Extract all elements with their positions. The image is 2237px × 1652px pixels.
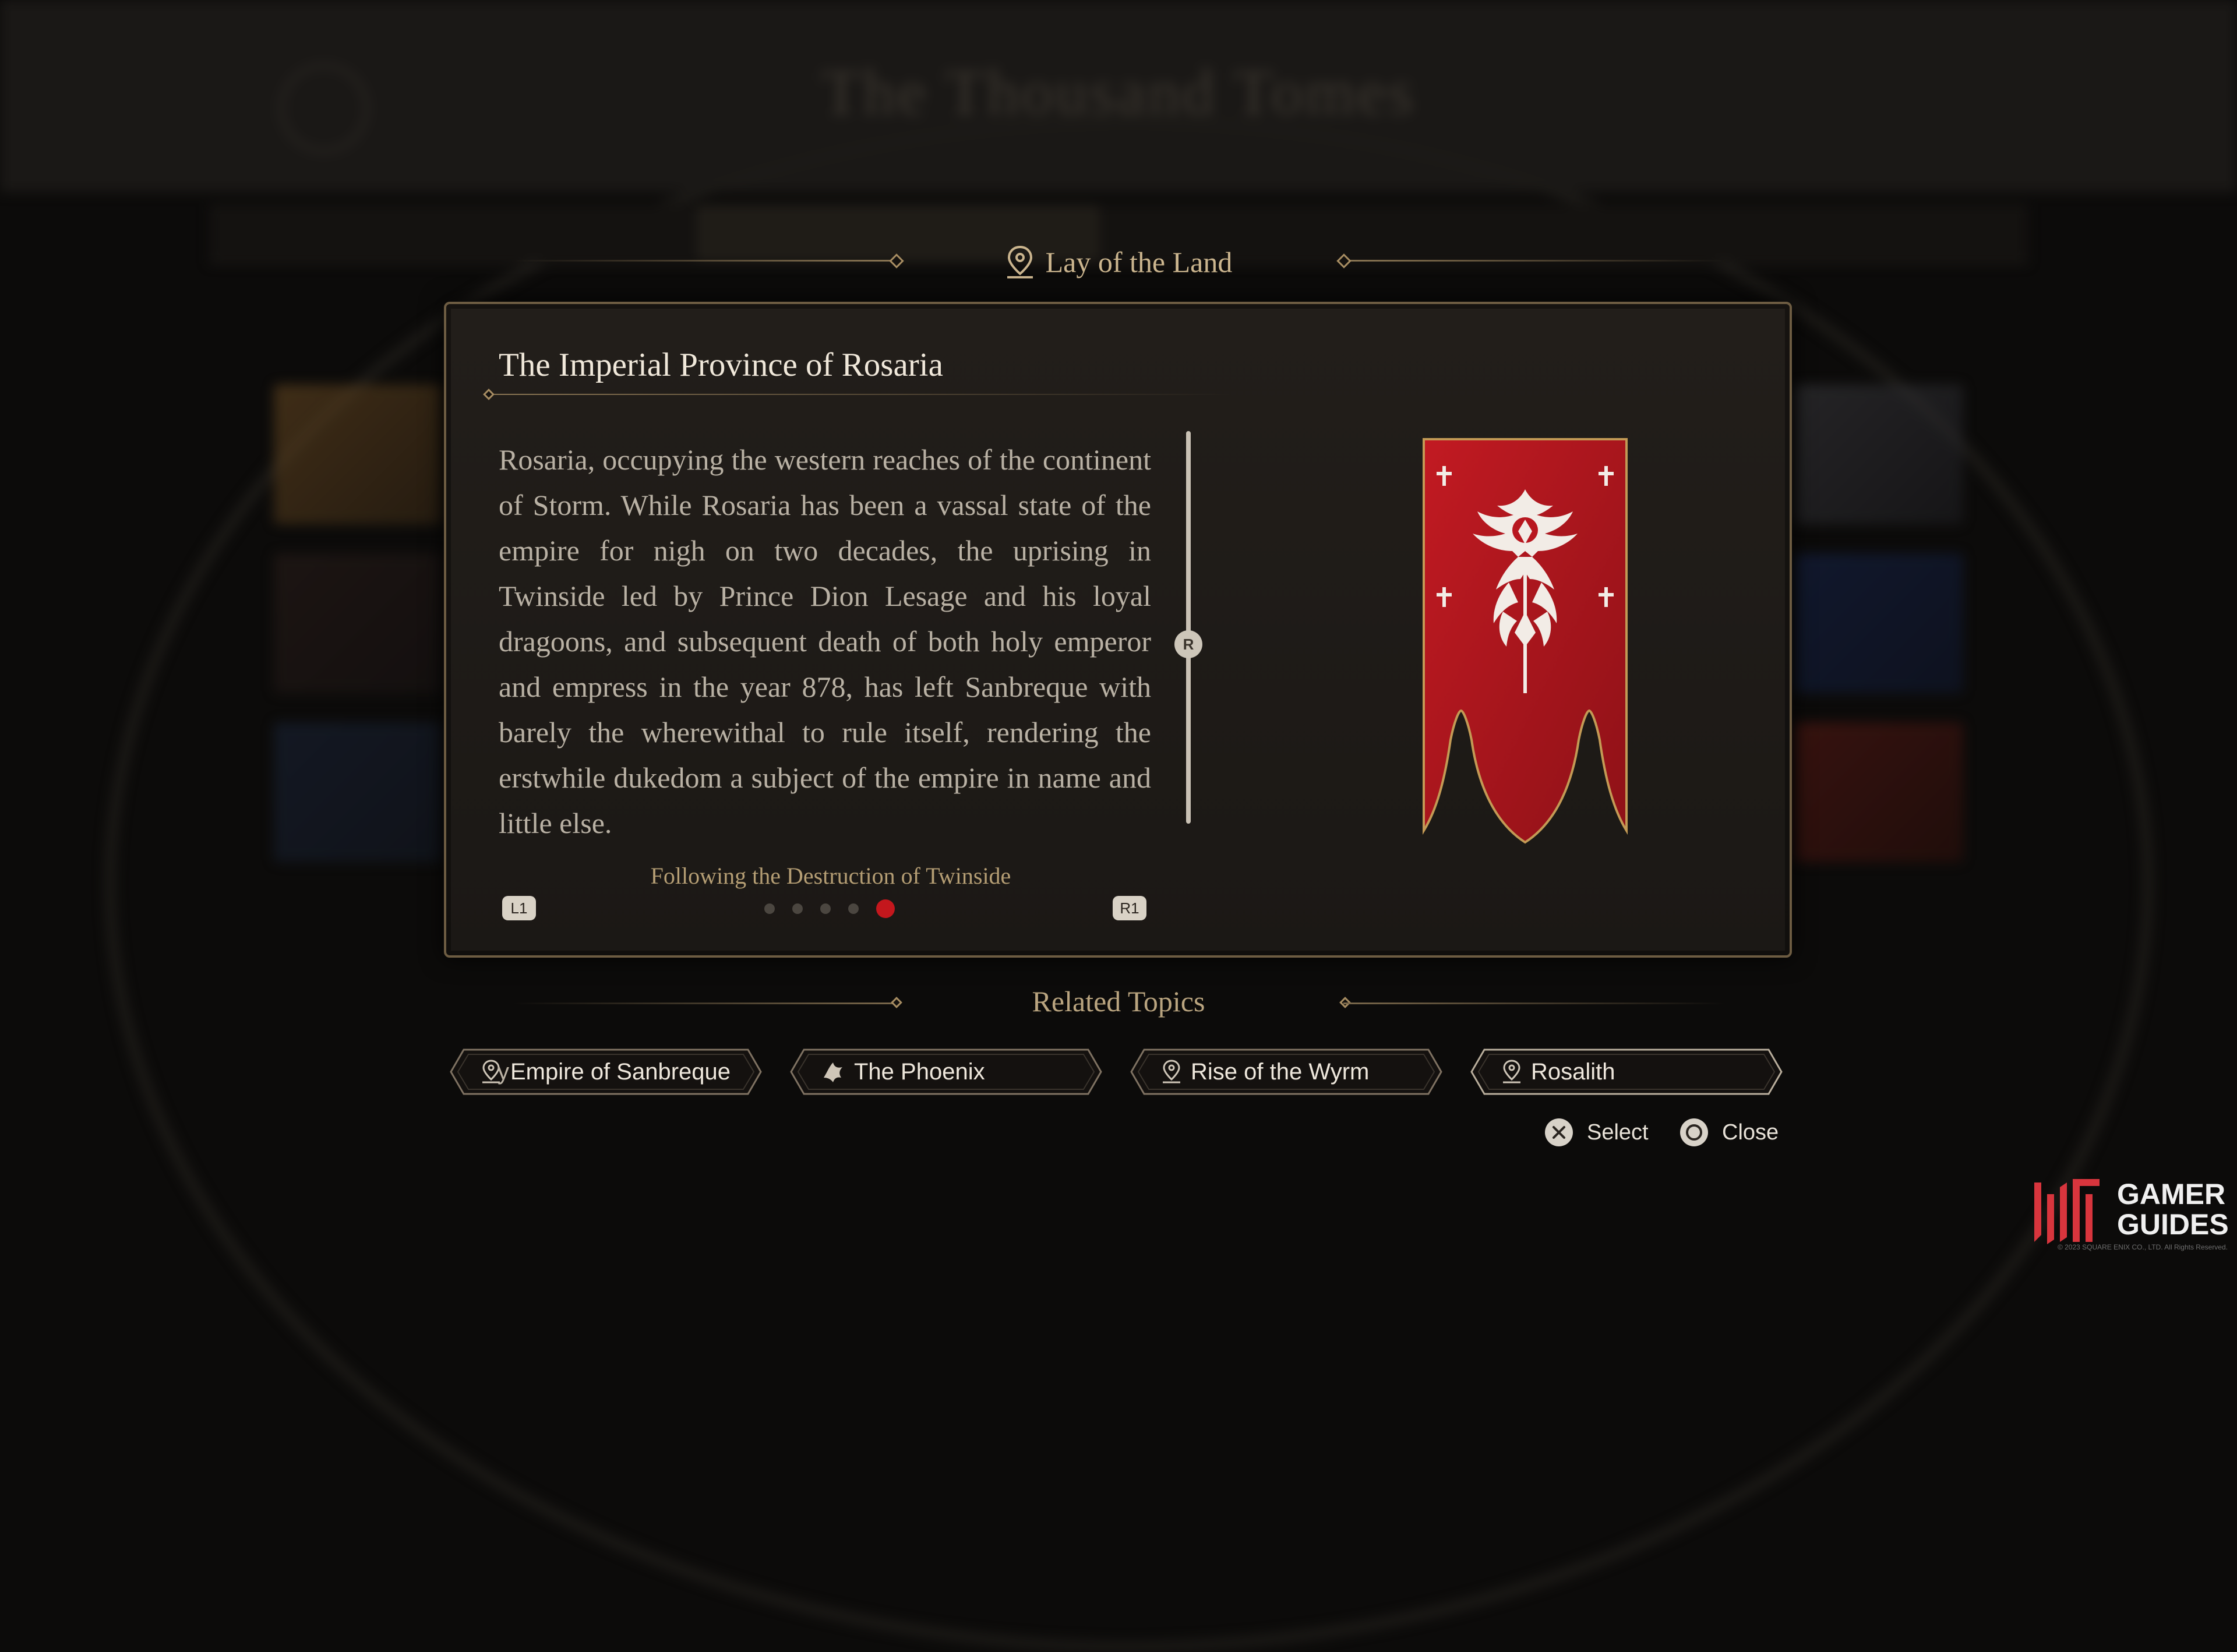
map-pin-icon [1007,245,1033,278]
header-rule-right [1343,260,1726,262]
page-dot[interactable] [792,903,803,914]
section-header-title: Lay of the Land [1045,246,1233,278]
topic-label: Rise of the Wyrm [1191,1058,1370,1085]
entry-body-text[interactable]: , , Rosaria, occupying the western reach… [499,426,1151,857]
page-dot[interactable] [820,903,831,914]
gamer-guides-watermark: GAMER GUIDES [2030,1177,2229,1245]
background-card [1794,384,1963,524]
background-card [1794,553,1963,693]
page-dot-active[interactable] [876,899,895,918]
map-pin-icon [1503,1060,1520,1083]
entry-body-cut-line: , , [499,426,1151,437]
related-rule-left [513,1003,895,1004]
map-pin-icon [1163,1060,1180,1083]
related-topic-rise-of-the-wyrm[interactable]: Rise of the Wyrm [1129,1047,1444,1096]
background-card [274,722,443,862]
entry-title: The Imperial Province of Rosaria [499,347,943,383]
related-topics-title: Related Topics [1032,985,1205,1018]
watermark-line2: GUIDES [2117,1208,2229,1241]
rosaria-phoenix-banner-icon [1421,437,1629,845]
copyright-text: © 2023 SQUARE ENIX CO., LTD. All Rights … [2057,1243,2228,1251]
topic-label: Rosalith [1531,1058,1615,1085]
related-rule-right [1343,1003,1726,1004]
section-header: Lay of the Land [990,239,1247,285]
scrollbar-track[interactable] [1186,431,1191,824]
close-label: Close [1722,1120,1779,1145]
header-rule-left [513,260,895,262]
title-diamond [483,389,495,400]
circle-button-icon [1680,1118,1708,1146]
topic-prefix: y [497,1058,509,1085]
close-control[interactable]: Close [1679,1117,1779,1148]
page-dot[interactable] [848,903,859,914]
scrollbar-thumb[interactable] [1186,431,1191,824]
select-label: Select [1587,1120,1649,1145]
eikon-icon [824,1062,842,1082]
background-card [1794,722,1963,862]
topic-label: Empire of Sanbreque [510,1058,731,1085]
related-topic-empire-of-sanbreque[interactable]: y Empire of Sanbreque [449,1047,763,1096]
cross-button-icon [1545,1118,1573,1146]
related-topic-rosalith[interactable]: Rosalith [1469,1047,1784,1096]
title-underline [487,394,1233,395]
background-card [274,384,443,524]
select-control[interactable]: Select [1544,1117,1649,1148]
l1-prev-page-button[interactable]: L1 [502,896,536,920]
related-topics-list: y Empire of Sanbreque The Phoenix Rise o… [449,1047,1794,1096]
page-indicator [764,899,895,918]
topic-label: The Phoenix [854,1058,985,1085]
page-caption: Following the Destruction of Twinside [650,863,1011,889]
watermark-text: GAMER GUIDES [2117,1179,2229,1240]
related-topic-the-phoenix[interactable]: The Phoenix [789,1047,1103,1096]
background-emblem-icon [280,64,368,153]
scroll-r-button[interactable]: R [1174,630,1202,658]
watermark-line1: GAMER [2117,1178,2226,1210]
background-card [274,553,443,693]
gamer-guides-logo-icon [2034,1179,2100,1244]
entry-panel: The Imperial Province of Rosaria , , Ros… [444,302,1792,958]
page-dot[interactable] [764,903,775,914]
r1-next-page-button[interactable]: R1 [1113,896,1146,920]
entry-body-paragraph: Rosaria, occupying the western reaches o… [499,443,1151,839]
